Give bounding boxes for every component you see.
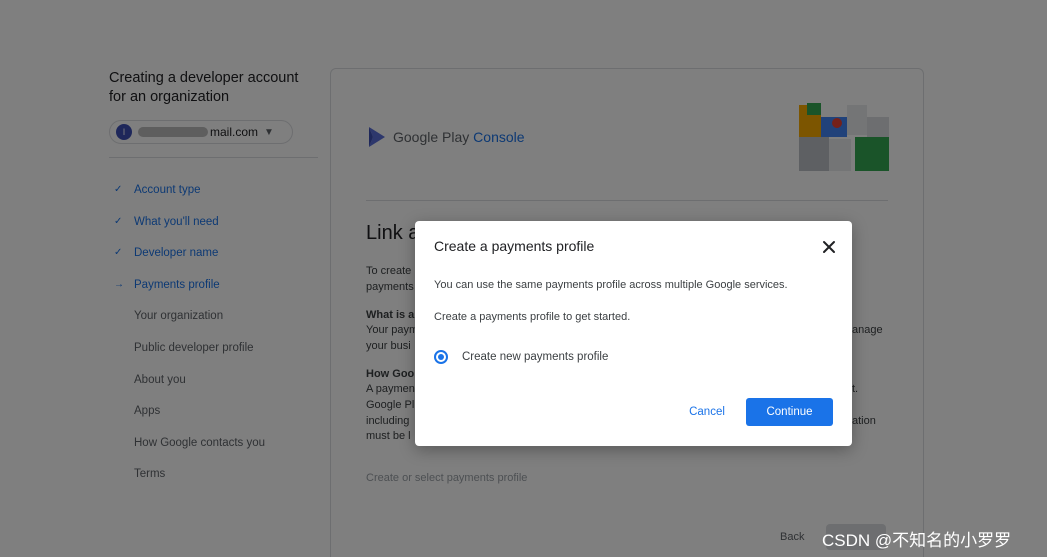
- create-new-profile-option[interactable]: Create new payments profile: [434, 350, 608, 364]
- cancel-button[interactable]: Cancel: [677, 398, 737, 426]
- close-button[interactable]: [819, 237, 839, 257]
- dialog-description: You can use the same payments profile ac…: [434, 279, 788, 291]
- payments-profile-dialog: Create a payments profile You can use th…: [415, 221, 852, 446]
- dialog-title: Create a payments profile: [434, 238, 595, 254]
- radio-button[interactable]: [434, 350, 448, 364]
- radio-label: Create new payments profile: [462, 351, 609, 363]
- continue-button[interactable]: Continue: [746, 398, 833, 426]
- dialog-instruction: Create a payments profile to get started…: [434, 311, 631, 323]
- radio-selected-dot: [438, 354, 444, 360]
- close-icon: [823, 241, 835, 253]
- watermark: CSDN @不知名的小罗罗: [822, 531, 1012, 550]
